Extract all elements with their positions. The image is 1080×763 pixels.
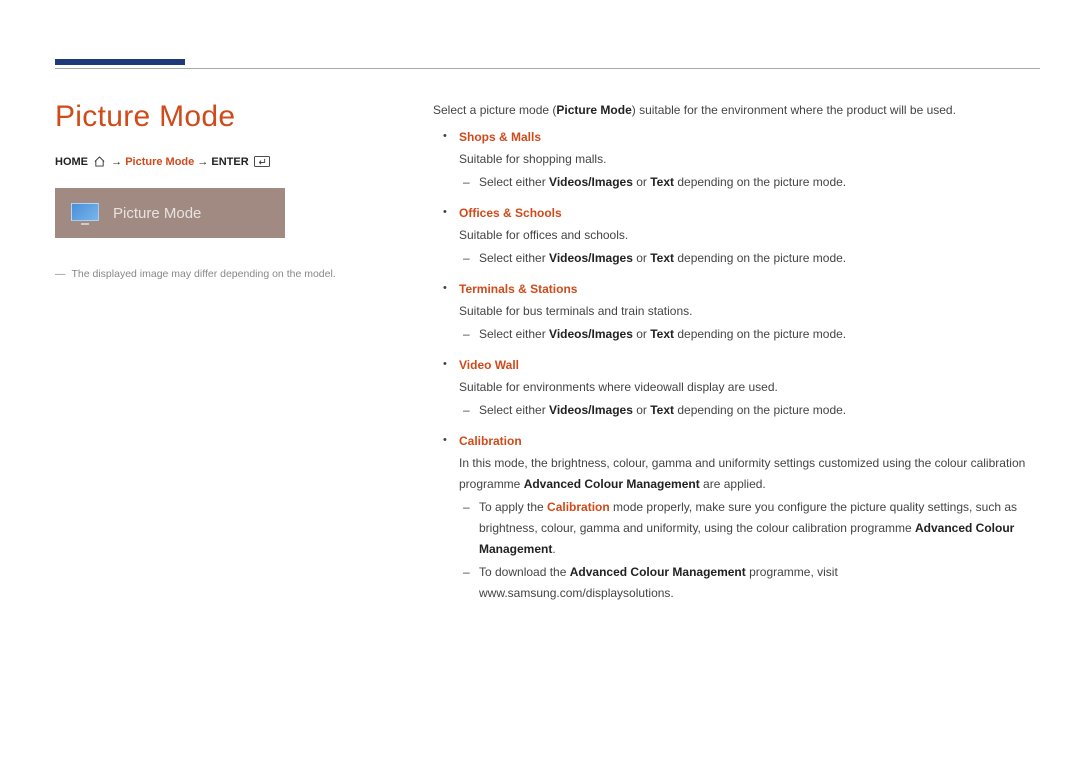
intro-text: Select a picture mode (Picture Mode) sui… xyxy=(433,100,1030,121)
select-note: Select either Videos/Images or Text depe… xyxy=(459,400,1030,421)
home-icon xyxy=(93,156,106,170)
left-column: Picture Mode HOME → Picture Mode → ENTER… xyxy=(55,100,395,614)
mode-desc: Suitable for environments where videowal… xyxy=(459,377,1030,398)
mode-title: Offices & Schools xyxy=(459,203,1030,224)
mode-item-calibration: CalibrationIn this mode, the brightness,… xyxy=(433,431,1030,604)
mode-desc: Suitable for offices and schools. xyxy=(459,225,1030,246)
mode-title: Terminals & Stations xyxy=(459,279,1030,300)
breadcrumb-mid: Picture Mode xyxy=(125,156,194,168)
mode-desc: In this mode, the brightness, colour, ga… xyxy=(459,453,1030,495)
breadcrumb: HOME → Picture Mode → ENTER xyxy=(55,156,395,170)
breadcrumb-arrow: → xyxy=(197,156,208,168)
mode-item: Video WallSuitable for environments wher… xyxy=(433,355,1030,421)
image-disclaimer: ―The displayed image may differ dependin… xyxy=(55,268,395,280)
picture-mode-list: Shops & MallsSuitable for shopping malls… xyxy=(433,127,1030,604)
breadcrumb-arrow: → xyxy=(111,156,122,168)
mode-title: Shops & Malls xyxy=(459,127,1030,148)
enter-icon xyxy=(254,156,270,170)
mode-item: Offices & SchoolsSuitable for offices an… xyxy=(433,203,1030,269)
mode-title: Video Wall xyxy=(459,355,1030,376)
select-note: Select either Videos/Images or Text depe… xyxy=(459,248,1030,269)
horizontal-rule xyxy=(55,68,1040,69)
select-note: Select either Videos/Images or Text depe… xyxy=(459,324,1030,345)
mode-desc: Suitable for shopping malls. xyxy=(459,149,1030,170)
mode-item: Terminals & StationsSuitable for bus ter… xyxy=(433,279,1030,345)
mode-title: Calibration xyxy=(459,431,1030,452)
calibration-note: To apply the Calibration mode properly, … xyxy=(459,497,1030,560)
menu-preview-label: Picture Mode xyxy=(113,205,201,222)
select-note: Select either Videos/Images or Text depe… xyxy=(459,172,1030,193)
mode-desc: Suitable for bus terminals and train sta… xyxy=(459,301,1030,322)
menu-preview: Picture Mode xyxy=(55,188,285,238)
right-column: Select a picture mode (Picture Mode) sui… xyxy=(433,100,1030,614)
page-title: Picture Mode xyxy=(55,100,395,134)
accent-bar xyxy=(55,59,185,65)
calibration-note: To download the Advanced Colour Manageme… xyxy=(459,562,1030,604)
breadcrumb-home: HOME xyxy=(55,156,88,168)
tv-icon xyxy=(71,203,99,223)
breadcrumb-enter: ENTER xyxy=(211,156,248,168)
mode-item: Shops & MallsSuitable for shopping malls… xyxy=(433,127,1030,193)
